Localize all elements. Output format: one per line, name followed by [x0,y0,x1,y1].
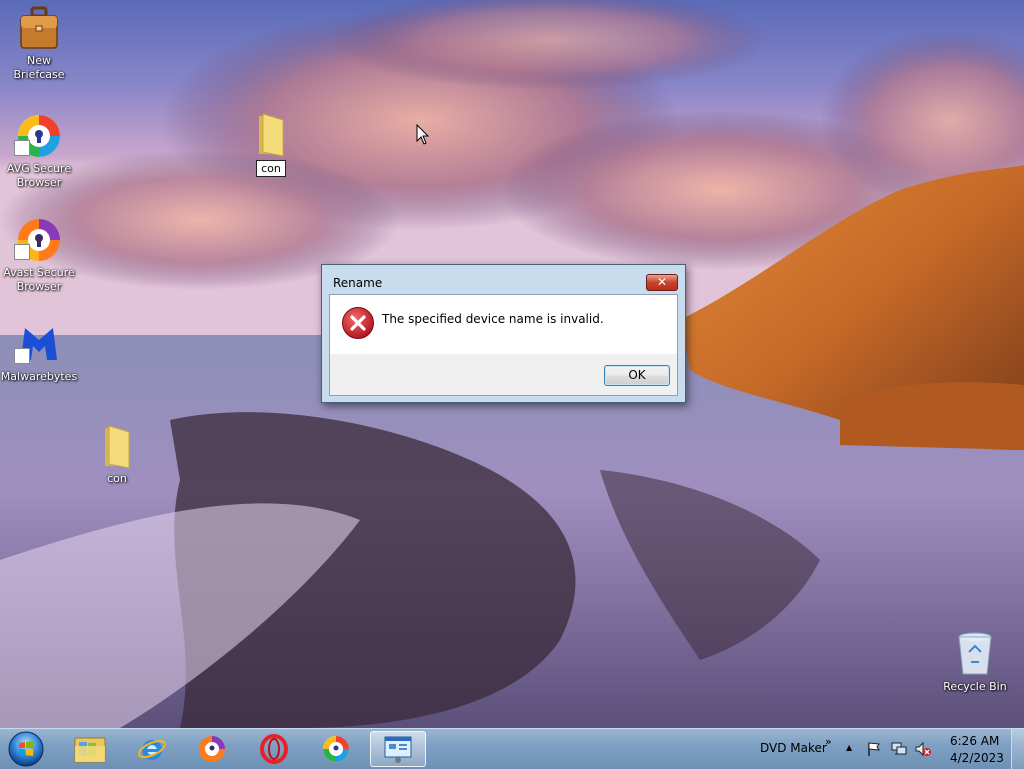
folder-library-icon [74,737,106,763]
taskbar-opera-button[interactable] [246,731,302,767]
desktop-icon-avg-secure-browser[interactable]: AVG Secure Browser [0,112,78,190]
taskbar-avg-browser-button[interactable] [308,731,364,767]
internet-explorer-icon [138,739,166,760]
desktop-icon-recycle-bin[interactable]: Recycle Bin [936,630,1014,694]
desktop-icon-label: con [107,472,127,485]
taskbar-file-explorer-button[interactable] [62,731,118,767]
desktop-icon-new-briefcase[interactable]: New Briefcase [0,4,78,82]
volume-muted-icon[interactable] [914,741,932,757]
shortcut-arrow-icon [14,244,30,260]
desktop-icon-malwarebytes[interactable]: Malwarebytes [0,320,78,384]
shortcut-arrow-icon [14,348,30,364]
folder-icon [259,113,284,157]
opera-icon [260,734,288,764]
recycle-bin-icon [958,632,992,675]
show-desktop-button[interactable] [1011,729,1024,769]
folder-icon [105,425,130,469]
clock-time[interactable]: 6:26 AM [950,734,999,748]
taskbar-internet-explorer-button[interactable] [124,731,180,767]
rename-textbox[interactable]: con [256,160,286,177]
clock-date[interactable]: 4/2/2023 [950,751,1004,765]
dialog-title: Rename [333,276,383,290]
desktop-icon-label: Recycle Bin [943,680,1007,693]
dialog-titlebar[interactable]: Rename ✕ [322,265,685,293]
toolbar-chevron-icon[interactable]: » [825,735,832,748]
dialog-close-button[interactable]: ✕ [646,274,678,291]
desktop-icon-avast-secure-browser[interactable]: Avast Secure Browser [0,216,78,294]
desktop-icon-label: AVG Secure Browser [6,162,72,189]
dialog-message-area: The specified device name is invalid. [330,295,677,354]
desktop-icon-con-folder[interactable]: con [78,422,156,486]
briefcase-icon [20,6,58,49]
avast-browser-icon [199,736,225,762]
avg-browser-icon [323,736,349,762]
network-icon[interactable] [890,741,908,757]
mouse-cursor-icon [416,124,430,145]
desktop-icon-label: Avast Secure Browser [3,266,75,293]
dialog-content: The specified device name is invalid. OK [329,294,678,396]
tray-overflow-arrow-icon[interactable]: ▲ [846,743,852,752]
desktop-icon-con-folder-renaming[interactable]: con [232,110,310,177]
window-icon [384,736,412,763]
dialog-message: The specified device name is invalid. [382,312,604,326]
desktop-icon-label: Malwarebytes [0,370,78,383]
action-center-flag-icon[interactable] [866,741,882,757]
rename-error-dialog: Rename ✕ The specified device name is in… [321,264,686,403]
start-button-windows-orb-icon[interactable] [6,730,46,768]
taskbar: DVD Maker » ▲ 6:26 AM 4/2/2023 [0,728,1024,769]
taskbar-avast-browser-button[interactable] [184,731,240,767]
taskbar-rename-window-button[interactable] [370,731,426,767]
error-icon [342,307,374,339]
shortcut-arrow-icon [14,140,30,156]
ok-button[interactable]: OK [604,365,670,386]
desktop-icon-label: New Briefcase [13,54,65,81]
dvd-maker-toolbar[interactable]: DVD Maker [760,741,827,755]
